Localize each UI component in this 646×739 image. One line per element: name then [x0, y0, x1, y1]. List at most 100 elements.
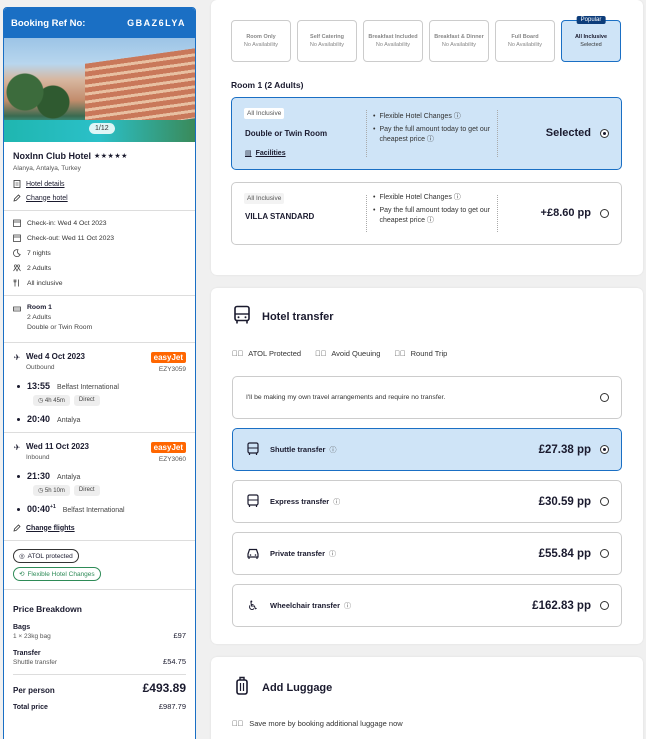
star-rating: ★★★★★ [94, 153, 128, 160]
luggage-note: ✓⃝ Save more by booking additional lugga… [232, 719, 403, 728]
room-option-name: Double or Twin Room [245, 129, 328, 138]
price-row-bags: Bags 1 × 23kg bag £97 [13, 624, 186, 640]
easyjet-logo: easyJet [150, 352, 186, 363]
info-icon: ⓘ [333, 498, 341, 506]
check-in-row: Check-in: Wed 4 Oct 2023 [13, 219, 186, 227]
no-transfer-text: I'll be making my own travel arrangement… [246, 394, 446, 401]
room-type: Double or Twin Room [27, 324, 93, 331]
hotel-transfer-header: Hotel transfer [232, 305, 334, 328]
inbound-arr-time: 00:40+1 [27, 504, 56, 514]
pencil-icon [13, 194, 21, 202]
check-circle-icon: ✓⃝ [232, 719, 244, 728]
room-option-name: VILLA STANDARD [245, 212, 315, 221]
feature-avoid-queuing: ✓⃝ Avoid Queuing [315, 349, 381, 358]
cutlery-icon [13, 279, 21, 287]
transfer-price: £30.59 pp [538, 495, 591, 508]
check-circle-icon: ✓⃝ [394, 349, 406, 358]
check-out-row: Check-out: Wed 11 Oct 2023 [13, 234, 186, 242]
check-in-text: Check-in: Wed 4 Oct 2023 [27, 219, 107, 227]
transfer-option-private[interactable]: Private transfer ⓘ £55.84 pp [232, 532, 622, 575]
plane-icon: ✈ [13, 352, 21, 362]
room-option-radio[interactable] [600, 209, 609, 218]
inbound-flight-header: ✈ Wed 11 Oct 2023 Inbound easyJet EZY306… [13, 442, 186, 463]
shield-icon: ◎ [19, 553, 25, 560]
outbound-date: Wed 4 Oct 2023 [26, 352, 85, 361]
check-circle-icon: ✓⃝ [232, 349, 244, 358]
room-option-double-twin[interactable]: All Inclusive Double or Twin Room ▤ Facil… [231, 97, 622, 170]
easyjet-logo: easyJet [150, 442, 186, 453]
room-option-villa[interactable]: All Inclusive VILLA STANDARD • Flexible H… [231, 182, 622, 245]
transfer-price: £162.83 pp [532, 599, 591, 612]
outbound-flight-chips: ◷ 4h 45m Direct [33, 395, 186, 406]
change-hotel-label: Change hotel [26, 194, 68, 202]
outbound-arrival: 20:40 Antalya [13, 414, 186, 424]
board-text: All inclusive [27, 279, 63, 287]
hotel-details-link[interactable]: Hotel details [13, 180, 186, 188]
board-tab-room-only[interactable]: Room Only No Availability [231, 20, 291, 62]
inbound-arr-place: Belfast International [62, 507, 125, 514]
transfer-radio[interactable] [600, 601, 609, 610]
transfer-option-wheelchair[interactable]: ♿ Wheelchair transfer ⓘ £162.83 pp [232, 584, 622, 627]
hotel-details-label: Hotel details [26, 180, 65, 188]
facilities-link[interactable]: ▤ Facilities [245, 149, 286, 158]
feature-atol: ✓⃝ ATOL Protected [232, 349, 302, 358]
inbound-departure: 21:30 Antalya [13, 471, 186, 481]
adults-row: 2 Adults [13, 264, 186, 272]
hotel-name-row: NoxInn Club Hotel ★★★★★ [13, 151, 186, 161]
change-flights-link[interactable]: Change flights [13, 524, 186, 532]
hotel-name: NoxInn Club Hotel [13, 151, 91, 161]
room-section-title: Room 1 (2 Adults) [231, 80, 304, 90]
board-tab-all-inclusive[interactable]: Popular All Inclusive Selected [561, 16, 621, 62]
booking-ref-label: Booking Ref No: [11, 17, 86, 29]
transfer-radio[interactable] [600, 549, 609, 558]
bed-icon [13, 305, 21, 313]
transfer-radio[interactable] [600, 497, 609, 506]
price-row-total: Total price £987.79 [13, 702, 186, 711]
board-tab-self-catering[interactable]: Self Catering No Availability [297, 20, 357, 62]
transfer-option-none[interactable]: I'll be making my own travel arrangement… [232, 376, 622, 419]
transfer-features: ✓⃝ ATOL Protected ✓⃝ Avoid Queuing ✓⃝ Round… [232, 349, 447, 358]
plane-icon: ✈ [13, 442, 21, 452]
transfer-name: Express transfer [270, 497, 330, 506]
inbound-arrival: 00:40+1 Belfast International [13, 504, 186, 514]
inbound-flight-number: EZY3060 [158, 456, 186, 463]
hotel-image[interactable]: 1/12 [4, 38, 195, 142]
room-summary: Room 1 2 Adults Double or Twin Room [13, 304, 186, 334]
bus-icon [246, 441, 260, 458]
flexible-changes-pill: ⟲ Flexible Hotel Changes [13, 567, 101, 581]
board-type-tabs: Room Only No Availability Self Catering No… [231, 16, 621, 62]
hotel-location: Alanya, Antalya, Turkey [13, 165, 81, 172]
nights-text: 7 nights [27, 249, 51, 257]
outbound-direction: Outbound [26, 364, 55, 371]
outbound-flight-header: ✈ Wed 4 Oct 2023 Outbound easyJet EZY305… [13, 352, 186, 373]
document-icon [13, 180, 21, 188]
luggage-icon [232, 676, 252, 699]
price-breakdown-title: Price Breakdown [13, 604, 82, 614]
room-adults: 2 Adults [27, 314, 52, 321]
booking-summary-sidebar: Booking Ref No: GBAZ6LYA 1/12 NoxInn Clu… [3, 7, 196, 739]
transfer-option-shuttle[interactable]: Shuttle transfer ⓘ £27.38 pp [232, 428, 622, 471]
adults-text: 2 Adults [27, 264, 52, 272]
room-option-radio[interactable] [600, 129, 609, 138]
transfer-radio[interactable] [600, 393, 609, 402]
board-tab-breakfast[interactable]: Breakfast Included No Availability [363, 20, 423, 62]
info-icon: ⓘ [344, 602, 352, 610]
add-luggage-header: Add Luggage [232, 676, 332, 699]
price-row-transfer: Transfer Shuttle transfer £54.75 [13, 650, 186, 666]
transfer-option-express[interactable]: Express transfer ⓘ £30.59 pp [232, 480, 622, 523]
info-icon: ⓘ [329, 446, 337, 454]
inbound-flight-chips: ◷ 5h 10m Direct [33, 485, 186, 496]
bus-icon [246, 493, 260, 510]
bus-icon [232, 305, 252, 328]
room-option-price: +£8.60 pp [540, 207, 591, 219]
stops-chip: Direct [73, 485, 100, 496]
board-tab-breakfast-dinner[interactable]: Breakfast & Dinner No Availability [429, 20, 489, 62]
board-tab-full-board[interactable]: Full Board No Availability [495, 20, 555, 62]
feature-round-trip: ✓⃝ Round Trip [394, 349, 448, 358]
transfer-name: Shuttle transfer [270, 445, 326, 454]
check-circle-icon: ✓⃝ [315, 349, 327, 358]
board-row: All inclusive [13, 279, 186, 287]
change-hotel-link[interactable]: Change hotel [13, 194, 186, 202]
transfer-radio[interactable] [600, 445, 609, 454]
outbound-dep-time: 13:55 [27, 381, 51, 391]
